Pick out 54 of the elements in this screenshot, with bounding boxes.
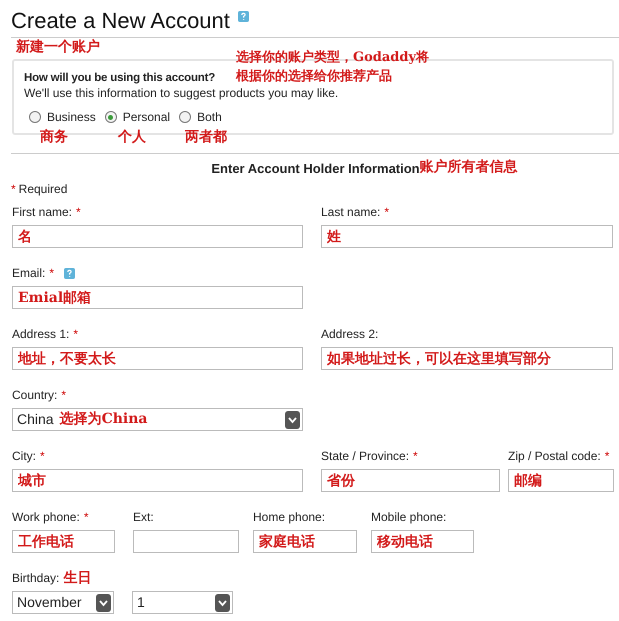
field-label: First name: [12,204,72,221]
field-label: Address 1: [12,326,70,343]
annotation: 账户所有者信息 [420,158,518,177]
field-label: Birthday: [12,570,60,587]
annotation: 两者都 [185,129,227,145]
field-label: City: [12,448,36,465]
input-field[interactable]: 移动电话 [371,530,474,553]
input-field[interactable]: 如果地址过长，可以在这里填写部分 [321,347,613,370]
field-label: State / Province: [321,448,410,465]
required-mark: * [76,204,81,221]
annotation: 商务 [40,129,68,145]
annotation: 新建一个账户 [16,38,100,57]
input-field[interactable]: 工作电话 [12,530,115,553]
annotation: 个人 [118,129,146,145]
annotation: 根据你的选择给你推荐产品 [236,68,392,86]
required-mark: * [604,448,610,465]
field-label: Last name: [321,204,380,221]
input-field[interactable]: 姓 [321,225,613,248]
annotation: 选择为China [60,410,148,429]
hint-text: We'll use this information to suggest products you may like. [24,86,338,101]
dropdown[interactable]: November [12,591,114,614]
field-label: Email: [12,265,46,282]
section-title: Enter Account Holder Information [211,160,420,178]
field-label: Work phone: [12,509,80,526]
field-label: Address 2: [321,326,378,343]
field-label: Ext: [133,509,154,526]
annotation: 选择你的账户类型，Godaddy将 [236,48,430,67]
question-text: How will you be using this account? [24,71,216,86]
input-field[interactable]: 名 [12,225,303,248]
field-label: Home phone: [253,509,326,526]
required-mark: * [11,181,16,198]
required-mark: * [49,265,54,282]
required-mark: * [384,204,390,221]
required-mark: * [413,448,418,465]
required-mark: * [40,448,45,465]
page-title: Create a New Account [11,10,230,32]
field-label: Zip / Postal code: [508,448,601,465]
input-field[interactable]: Emial邮箱 [12,286,303,309]
required-mark: * [73,326,78,343]
dropdown[interactable]: 1 [132,591,233,614]
radio-option[interactable]: Business [29,108,96,126]
radio-option[interactable]: Both [179,108,222,126]
input-field[interactable] [133,530,239,553]
input-field[interactable]: 家庭电话 [253,530,357,553]
required-mark: * [61,387,66,404]
radio-option[interactable]: Personal [104,108,170,126]
field-label: Country: [12,387,58,404]
dropdown[interactable]: China 选择为China [12,408,303,431]
input-field[interactable]: 省份 [321,469,500,492]
input-field[interactable]: 邮编 [508,469,614,492]
required-label: Required [18,181,68,198]
field-label: Mobile phone: [371,509,446,526]
annotation: 生日 [63,568,92,588]
required-mark: * [84,509,88,526]
